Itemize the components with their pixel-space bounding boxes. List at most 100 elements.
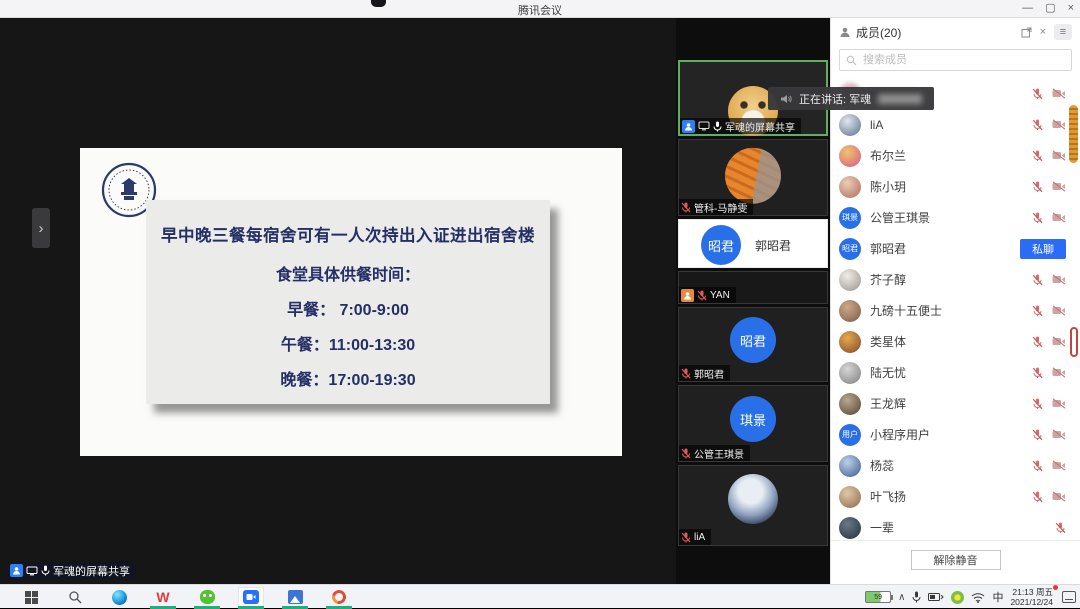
- mic-muted-icon[interactable]: [1032, 491, 1043, 503]
- search-input[interactable]: [861, 53, 1065, 67]
- member-name: liA: [870, 118, 883, 132]
- member-row[interactable]: liA: [831, 109, 1080, 140]
- popout-icon[interactable]: [1021, 27, 1032, 38]
- mic-muted-icon[interactable]: [1055, 522, 1066, 534]
- mic-muted-icon[interactable]: [1032, 181, 1043, 193]
- window-title: 腾讯会议: [0, 2, 1080, 18]
- member-row[interactable]: 芥子醇: [831, 264, 1080, 295]
- action-center-icon[interactable]: [1062, 591, 1076, 603]
- battery-indicator[interactable]: 59: [865, 591, 891, 603]
- camera-muted-icon[interactable]: [1052, 305, 1066, 316]
- wechat-icon[interactable]: [194, 587, 220, 607]
- wps-icon[interactable]: W: [150, 587, 176, 607]
- video-tile[interactable]: liA: [678, 465, 828, 546]
- member-row[interactable]: 陆无忧: [831, 357, 1080, 388]
- meal-breakfast: 早餐： 7:00-9:00: [146, 296, 550, 320]
- ime-indicator[interactable]: 中: [992, 589, 1003, 605]
- mic-muted-icon[interactable]: [1032, 274, 1043, 286]
- video-tile-collapsed[interactable]: YAN: [678, 271, 828, 304]
- mic-muted-icon[interactable]: [1032, 119, 1043, 131]
- tile-name: 郭昭君: [694, 366, 724, 381]
- member-row[interactable]: 类星体: [831, 326, 1080, 357]
- expand-panel-button[interactable]: ›: [32, 208, 50, 248]
- mic-muted-icon[interactable]: [1032, 88, 1043, 100]
- search-icon[interactable]: [62, 587, 88, 607]
- edge-icon[interactable]: [106, 587, 132, 607]
- start-button[interactable]: [18, 587, 44, 607]
- minimize-button[interactable]: —: [1022, 1, 1033, 16]
- close-button[interactable]: ×: [1068, 1, 1074, 16]
- mic-on-icon: [41, 565, 50, 576]
- camera-muted-icon[interactable]: [1052, 429, 1066, 440]
- member-row[interactable]: 琪景 公管王琪景: [831, 202, 1080, 233]
- camera-muted-icon[interactable]: [1052, 119, 1066, 130]
- member-name: 陈小玥: [870, 178, 906, 195]
- tile-name: YAN: [710, 290, 730, 301]
- camera-muted-icon[interactable]: [1052, 181, 1066, 192]
- mic-muted-icon[interactable]: [1032, 367, 1043, 379]
- notice-subtitle: 食堂具体供餐时间：: [146, 261, 550, 285]
- member-search-box[interactable]: [839, 49, 1072, 71]
- cat-avatar: [725, 147, 781, 203]
- scrollbar-thumb-orange[interactable]: [1069, 105, 1078, 163]
- mic-muted-icon[interactable]: [1032, 398, 1043, 410]
- member-avatar: [839, 455, 861, 477]
- hidden-icons-chevron[interactable]: ∧: [898, 592, 905, 603]
- panel-menu-icon[interactable]: ≡: [1054, 24, 1072, 40]
- scrollbar-thumb-red[interactable]: [1070, 327, 1078, 357]
- mic-muted-icon[interactable]: [1032, 429, 1043, 441]
- mic-muted-icon: [681, 368, 691, 379]
- video-tile[interactable]: 昭君 郭昭君: [678, 307, 828, 382]
- tile-name: 公管王琪景: [694, 446, 744, 461]
- member-avatar: [839, 517, 861, 539]
- private-chat-button[interactable]: 私聊: [1020, 239, 1066, 259]
- mic-muted-icon[interactable]: [1032, 460, 1043, 472]
- network-icon[interactable]: [971, 592, 985, 603]
- member-avatar: 昭君: [839, 238, 861, 260]
- blurred-name: [878, 94, 922, 104]
- camera-muted-icon[interactable]: [1052, 212, 1066, 223]
- camera-muted-icon[interactable]: [1052, 88, 1066, 99]
- power-tray-icon[interactable]: [928, 592, 944, 602]
- shared-slide: 早中晚三餐每宿舍可有一人次持出入证进出宿舍楼 食堂具体供餐时间： 早餐： 7:0…: [80, 148, 622, 456]
- members-panel-title: 成员(20): [856, 24, 901, 41]
- member-row[interactable]: 布尔兰: [831, 140, 1080, 171]
- unmute-button[interactable]: 解除静音: [911, 550, 1001, 570]
- maximize-button[interactable]: ▢: [1045, 1, 1055, 16]
- microphone-tray-icon[interactable]: [912, 591, 921, 603]
- camera-muted-icon[interactable]: [1052, 367, 1066, 378]
- camera-muted-icon[interactable]: [1052, 491, 1066, 502]
- tencent-meeting-icon[interactable]: [238, 587, 264, 607]
- share-badge-label: 军魂的屏幕共享: [53, 563, 130, 579]
- camera-muted-icon[interactable]: [1052, 336, 1066, 347]
- mic-muted-icon[interactable]: [1032, 305, 1043, 317]
- camera-muted-icon[interactable]: [1052, 460, 1066, 471]
- video-tile[interactable]: 管科-马静雯: [678, 139, 828, 216]
- member-row[interactable]: 王龙辉: [831, 388, 1080, 419]
- members-icon: [839, 26, 851, 38]
- speaker-icon: [780, 93, 792, 105]
- member-row[interactable]: 一辈: [831, 512, 1080, 540]
- mic-muted-icon[interactable]: [1032, 336, 1043, 348]
- camera-muted-icon[interactable]: [1052, 150, 1066, 161]
- photos-icon[interactable]: [282, 587, 308, 607]
- clock[interactable]: 21:13 周五 2021/12/24: [1010, 587, 1055, 607]
- member-row[interactable]: 陈小玥: [831, 171, 1080, 202]
- security-tray-icon[interactable]: [951, 591, 964, 604]
- member-row[interactable]: 叶飞扬: [831, 481, 1080, 512]
- member-row[interactable]: 昭君 郭昭君 私聊: [831, 233, 1080, 264]
- video-tile-light[interactable]: 昭君 郭昭君: [678, 219, 828, 268]
- mic-muted-icon[interactable]: [1032, 212, 1043, 224]
- member-avatar: [839, 362, 861, 384]
- member-row[interactable]: 九磅十五便士: [831, 295, 1080, 326]
- camera-muted-icon[interactable]: [1052, 398, 1066, 409]
- member-row[interactable]: 用户 小程序用户: [831, 419, 1080, 450]
- mic-muted-icon[interactable]: [1032, 150, 1043, 162]
- member-name: 叶飞扬: [870, 488, 906, 505]
- red-app-icon[interactable]: [326, 587, 352, 607]
- mic-on-icon: [713, 121, 722, 132]
- member-row[interactable]: 杨蕊: [831, 450, 1080, 481]
- close-panel-icon[interactable]: ×: [1040, 26, 1046, 38]
- video-tile[interactable]: 琪景 公管王琪景: [678, 385, 828, 462]
- camera-muted-icon[interactable]: [1052, 274, 1066, 285]
